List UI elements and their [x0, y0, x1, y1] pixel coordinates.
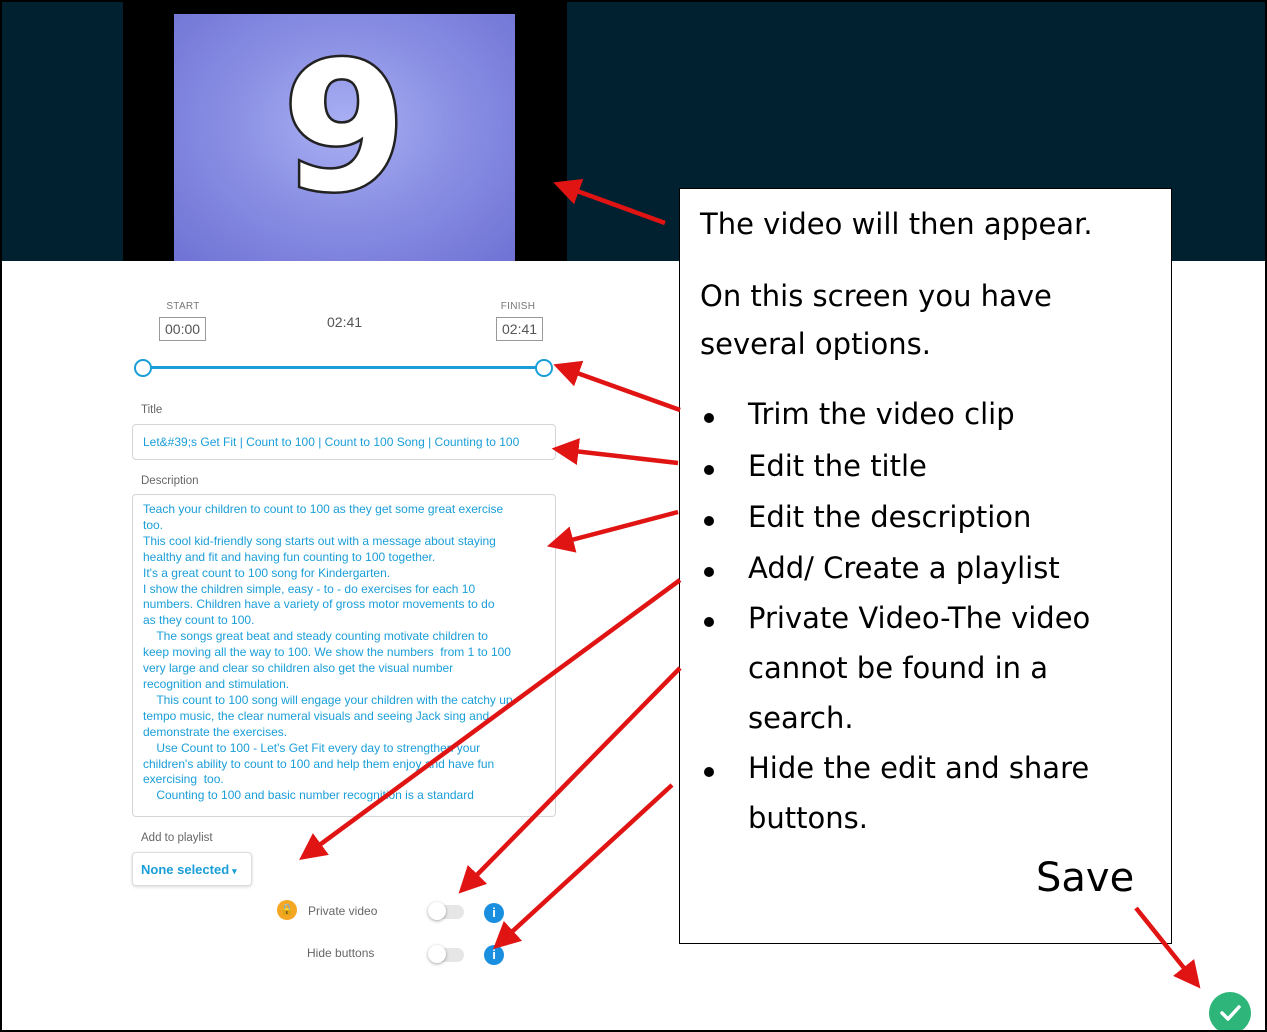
- bullet-playlist: Add/ Create a playlist: [748, 551, 1060, 585]
- bullet-private-3: search.: [748, 701, 854, 735]
- hide-buttons-toggle[interactable]: [428, 945, 464, 963]
- video-player[interactable]: 9: [123, 2, 567, 261]
- bullet-hide-1: Hide the edit and share: [748, 751, 1090, 785]
- callout-line-2: On this screen you have: [700, 279, 1052, 313]
- hide-buttons-label: Hide buttons: [307, 946, 375, 960]
- caret-down-icon: ▾: [232, 866, 237, 876]
- bullet-dot: [704, 767, 714, 777]
- description-value: Teach your children to count to 100 as t…: [143, 502, 513, 803]
- checkmark-icon: [1220, 1005, 1241, 1021]
- start-label: START: [166, 301, 200, 312]
- bullet-dot: [704, 567, 714, 577]
- bullet-hide-2: buttons.: [748, 801, 868, 835]
- private-video-label: Private video: [308, 904, 378, 918]
- video-digit: 9: [280, 24, 409, 231]
- callout-line-1: The video will then appear.: [700, 207, 1093, 241]
- bullet-dot: [704, 465, 714, 475]
- toggle-knob: [428, 945, 446, 963]
- description-label: Description: [141, 475, 199, 487]
- private-video-toggle[interactable]: [428, 902, 464, 920]
- trim-end-handle[interactable]: [535, 359, 553, 377]
- bullet-dot: [704, 516, 714, 526]
- finish-time-input[interactable]: 02:41: [496, 317, 544, 341]
- bullet-private-1: Private Video-The video: [748, 601, 1091, 635]
- save-callout-label: Save: [1036, 855, 1135, 901]
- info-icon[interactable]: i: [484, 903, 504, 923]
- finish-label: FINISH: [500, 301, 536, 312]
- info-icon[interactable]: i: [484, 945, 504, 965]
- bullet-title: Edit the title: [748, 449, 927, 483]
- start-time-input[interactable]: 00:00: [159, 317, 207, 341]
- video-thumbnail[interactable]: 9: [174, 14, 515, 261]
- title-input[interactable]: Let&#39;s Get Fit | Count to 100 | Count…: [132, 424, 556, 460]
- description-textarea[interactable]: Teach your children to count to 100 as t…: [132, 494, 556, 817]
- bullet-trim: Trim the video clip: [748, 397, 1015, 431]
- bullet-description: Edit the description: [748, 500, 1032, 534]
- clip-duration: 02:41: [327, 314, 363, 330]
- trim-slider-track[interactable]: [145, 366, 545, 369]
- bullet-dot: [704, 413, 714, 423]
- toggle-knob: [428, 902, 446, 920]
- screen-frame: 9 START 00:00 02:41 FINISH 02:41 Title L…: [0, 0, 1267, 1032]
- callout-line-3: several options.: [700, 327, 931, 361]
- title-input-value: Let&#39;s Get Fit | Count to 100 | Count…: [143, 435, 520, 449]
- bullet-private-2: cannot be found in a: [748, 651, 1049, 685]
- title-label: Title: [141, 404, 163, 416]
- playlist-dropdown-value: None selected ▾: [141, 862, 237, 877]
- instruction-callout: The video will then appear. On this scre…: [679, 188, 1172, 944]
- lock-icon: 🔒: [277, 900, 297, 920]
- playlist-label: Add to playlist: [141, 832, 213, 844]
- playlist-dropdown[interactable]: None selected ▾: [132, 852, 252, 886]
- save-button[interactable]: [1209, 992, 1251, 1030]
- bullet-dot: [704, 617, 714, 627]
- trim-start-handle[interactable]: [134, 359, 152, 377]
